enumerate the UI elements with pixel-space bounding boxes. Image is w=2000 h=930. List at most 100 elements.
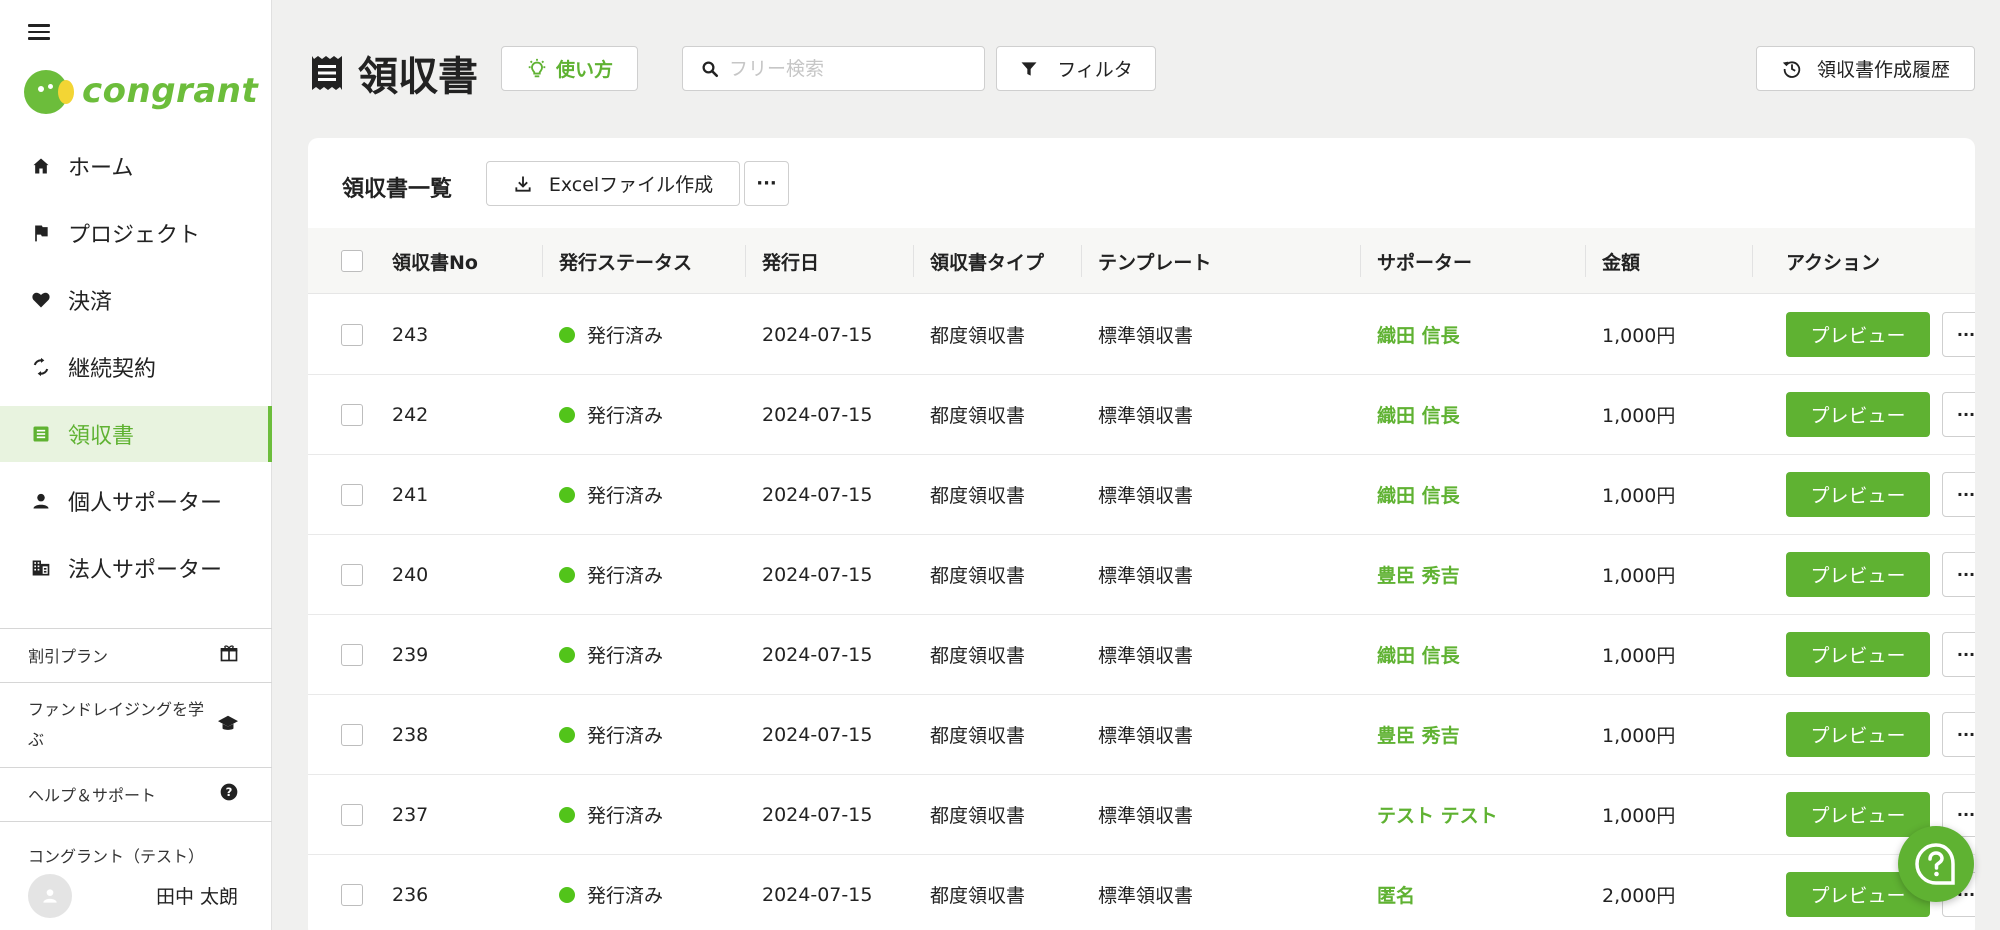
status-label: 発行済み [587,325,664,347]
logo-text: congrant [82,71,259,111]
sidebar-item-corporate-supporters[interactable]: 法人サポーター [0,540,272,596]
learn-fundraising-link[interactable]: ファンドレイジングを学ぶ [28,694,239,756]
help-support-link[interactable]: ヘルプ＆サポート ? [28,782,239,806]
logo-mark [24,66,74,116]
refresh-icon [30,356,52,378]
column-header[interactable]: 発行日 [762,228,819,294]
column-divider [745,245,746,277]
row-checkbox[interactable] [341,563,363,586]
more-icon: ··· [1956,325,1975,344]
column-header[interactable]: 発行ステータス [559,228,692,294]
receipt-type: 都度領収書 [930,645,1026,667]
status-dot [559,486,575,503]
sidebar-item-home[interactable]: ホーム [0,138,272,194]
row-checkbox[interactable] [341,723,363,746]
row-checkbox[interactable] [341,883,363,906]
preview-button[interactable]: プレビュー [1786,472,1930,517]
supporter-link[interactable]: テスト テスト [1377,801,1498,828]
supporter-link[interactable]: 織田 信長 [1377,641,1460,668]
column-header[interactable]: サポーター [1377,228,1472,294]
preview-button[interactable]: プレビュー [1786,552,1930,597]
select-all-checkbox[interactable] [341,250,363,272]
status-label: 発行済み [587,725,664,747]
help-chat-button[interactable] [1898,826,1974,902]
table-row[interactable]: 237 発行済み 2024-07-15 都度領収書 標準領収書 テスト テスト … [308,775,1975,855]
sidebar-item-individual-supporters[interactable]: 個人サポーター [0,473,272,529]
menu-icon[interactable] [28,24,50,42]
table-row[interactable]: 242 発行済み 2024-07-15 都度領収書 標準領収書 織田 信長 1,… [308,375,1975,455]
action-cell: プレビュー ··· [1786,375,1975,454]
amount: 1,000円 [1602,805,1676,827]
learn-fundraising-label: ファンドレイジングを学ぶ [28,700,205,749]
receipt-history-button[interactable]: 領収書作成履歴 [1756,46,1975,91]
row-checkbox[interactable] [341,803,363,826]
supporter-link[interactable]: 織田 信長 [1377,481,1460,508]
sidebar-item-subscriptions[interactable]: 継続契約 [0,339,272,395]
row-checkbox[interactable] [341,403,363,426]
preview-button[interactable]: プレビュー [1786,312,1930,357]
column-header[interactable]: 領収書No [392,228,478,294]
excel-export-button[interactable]: Excelファイル作成 [486,161,740,206]
more-icon: ··· [756,173,777,194]
sidebar: congrant ホーム プロジェクト 決済 継続契約 領収書 個人サポーター … [0,0,272,930]
supporter-link[interactable]: 織田 信長 [1377,401,1460,428]
sidebar-item-payments[interactable]: 決済 [0,272,272,328]
discount-plan-link[interactable]: 割引プラン [28,643,239,667]
row-more-button[interactable]: ··· [1942,312,1975,357]
row-more-button[interactable]: ··· [1942,712,1975,757]
status-dot [559,566,575,583]
column-header[interactable]: 領収書タイプ [930,228,1044,294]
avatar[interactable] [28,874,72,918]
user-name[interactable]: 田中 太朗 [156,882,238,909]
divider [0,682,272,683]
preview-button[interactable]: プレビュー [1786,632,1930,677]
supporter-link[interactable]: 豊臣 秀吉 [1377,561,1460,588]
column-header[interactable]: 金額 [1602,228,1640,294]
sidebar-item-receipts[interactable]: 領収書 [0,406,272,462]
table-row[interactable]: 238 発行済み 2024-07-15 都度領収書 標準領収書 豊臣 秀吉 1,… [308,695,1975,775]
status-dot [559,726,575,743]
template-name: 標準領収書 [1098,485,1194,507]
preview-button[interactable]: プレビュー [1786,392,1930,437]
graduation-cap-icon [217,713,239,737]
more-icon: ··· [1956,565,1975,584]
supporter-link[interactable]: 織田 信長 [1377,321,1460,348]
supporter-link[interactable]: 豊臣 秀吉 [1377,721,1460,748]
row-checkbox[interactable] [341,643,363,666]
org-name: コングラント（テスト） [28,847,205,866]
issue-date: 2024-07-15 [762,563,873,586]
template-name: 標準領収書 [1098,645,1194,667]
sidebar-item-projects[interactable]: プロジェクト [0,205,272,261]
preview-button[interactable]: プレビュー [1786,792,1930,837]
search-box [682,46,985,91]
logo[interactable]: congrant [24,66,258,116]
preview-button[interactable]: プレビュー [1786,712,1930,757]
more-options-button[interactable]: ··· [744,161,789,206]
table-row[interactable]: 243 発行済み 2024-07-15 都度領収書 標準領収書 織田 信長 1,… [308,295,1975,375]
row-more-button[interactable]: ··· [1942,472,1975,517]
status-label: 発行済み [587,565,664,587]
table-row[interactable]: 240 発行済み 2024-07-15 都度領収書 標準領収書 豊臣 秀吉 1,… [308,535,1975,615]
receipt-list-card: 領収書一覧 Excelファイル作成 ··· 領収書No 発行ステータス 発行日 … [308,138,1975,930]
gift-icon [219,643,239,667]
table-row[interactable]: 236 発行済み 2024-07-15 都度領収書 標準領収書 匿名 2,000… [308,855,1975,930]
row-checkbox[interactable] [341,323,363,346]
template-name: 標準領収書 [1098,565,1194,587]
row-more-button[interactable]: ··· [1942,552,1975,597]
column-header[interactable]: テンプレート [1098,228,1211,294]
status-cell: 発行済み [559,295,663,374]
receipt-number: 238 [392,723,429,746]
supporter-link[interactable]: 匿名 [1377,881,1415,908]
row-more-button[interactable]: ··· [1942,632,1975,677]
amount: 1,000円 [1602,485,1676,507]
how-to-button[interactable]: 使い方 [501,46,638,91]
filter-button[interactable]: フィルタ [996,46,1156,91]
receipt-number: 243 [392,323,429,346]
issue-date: 2024-07-15 [762,883,873,906]
search-input[interactable] [729,57,969,80]
row-more-button[interactable]: ··· [1942,392,1975,437]
table-row[interactable]: 241 発行済み 2024-07-15 都度領収書 標準領収書 織田 信長 1,… [308,455,1975,535]
table-row[interactable]: 239 発行済み 2024-07-15 都度領収書 標準領収書 織田 信長 1,… [308,615,1975,695]
row-checkbox[interactable] [341,483,363,506]
help-circle-icon: ? [219,782,239,806]
